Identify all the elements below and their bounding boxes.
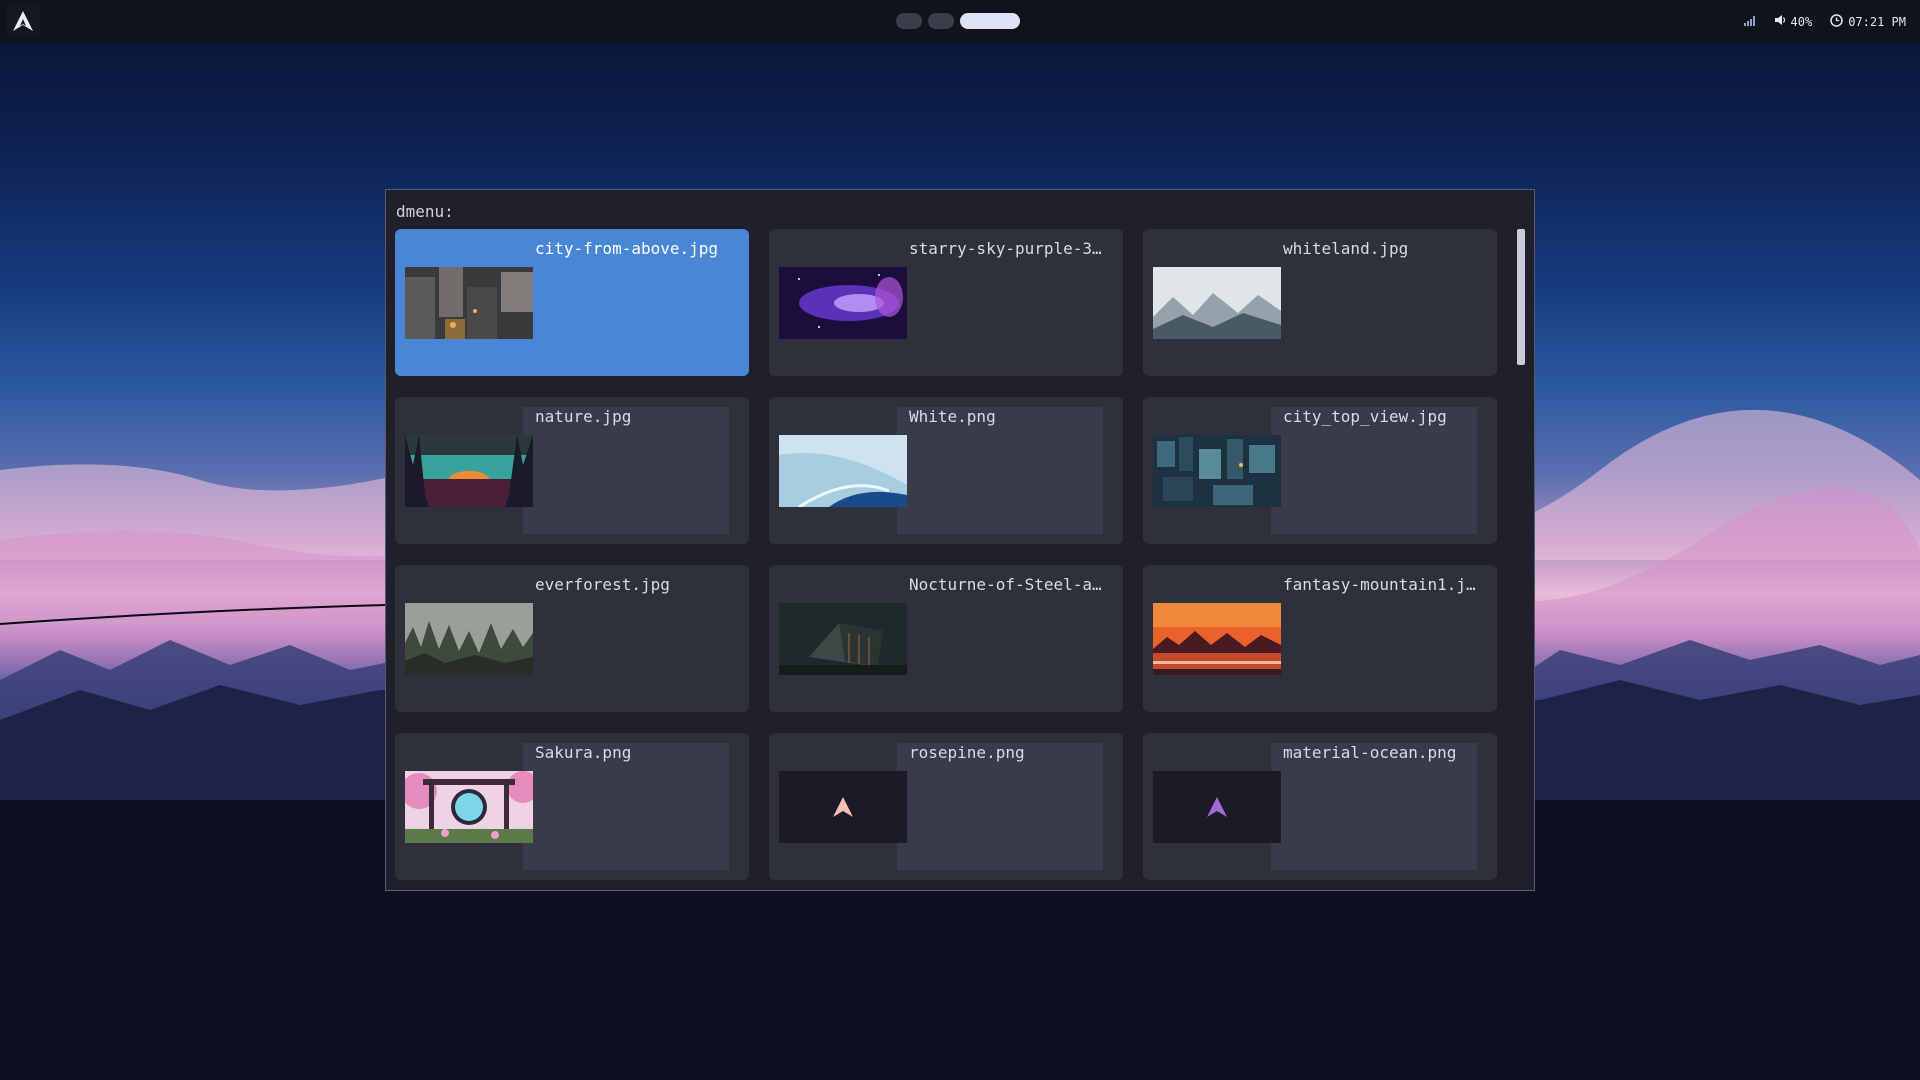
wallpaper-item-name: Nocturne-of-Steel-a… [909, 575, 1102, 594]
workspace-1[interactable] [896, 13, 922, 29]
workspace-3-active[interactable] [960, 13, 1020, 29]
wallpaper-item-name: Sakura.png [535, 743, 632, 762]
dmenu-window: dmenu: city-from-above.jpg starry-sky-pu… [385, 189, 1535, 891]
wallpaper-item-sakura[interactable]: Sakura.png [395, 733, 749, 880]
top-bar: 40% 07:21 PM [0, 0, 1920, 43]
thumbnail-white [779, 435, 907, 507]
wallpaper-item-name: whiteland.jpg [1283, 239, 1409, 258]
wallpaper-item-whiteland[interactable]: whiteland.jpg [1143, 229, 1497, 376]
signal-icon [1743, 15, 1756, 29]
thumbnail-starry-sky [779, 267, 907, 339]
thumbnail-whiteland [1153, 267, 1281, 339]
wallpaper-item-nature[interactable]: nature.jpg [395, 397, 749, 544]
volume-level: 40% [1790, 14, 1813, 29]
arch-linux-logo-icon[interactable] [6, 4, 40, 38]
wallpaper-item-rosepine[interactable]: rosepine.png [769, 733, 1123, 880]
wallpaper-item-name: nature.jpg [535, 407, 632, 426]
system-tray: 40% 07:21 PM [1743, 0, 1906, 43]
scrollbar[interactable] [1517, 229, 1525, 365]
wallpaper-item-everforest[interactable]: everforest.jpg [395, 565, 749, 712]
wallpaper-item-city-top-view[interactable]: city_top_view.jpg [1143, 397, 1497, 544]
wallpaper-item-name: White.png [909, 407, 996, 426]
wallpaper-item-name: starry-sky-purple-3… [909, 239, 1102, 258]
wallpaper-grid: city-from-above.jpg starry-sky-purple-3… [395, 229, 1508, 880]
thumbnail-everforest [405, 603, 533, 675]
wallpaper-item-nocturne-of-steel[interactable]: Nocturne-of-Steel-a… [769, 565, 1123, 712]
network-indicator[interactable] [1743, 15, 1756, 29]
wallpaper-item-starry-sky[interactable]: starry-sky-purple-3… [769, 229, 1123, 376]
wallpaper-item-name: fantasy-mountain1.j… [1283, 575, 1476, 594]
volume-icon [1774, 14, 1786, 29]
clock-icon [1830, 13, 1843, 30]
thumbnail-fantasy-mountain [1153, 603, 1281, 675]
workspace-switcher [896, 13, 1020, 29]
thumbnail-city-from-above [405, 267, 533, 339]
dmenu-prompt: dmenu: [396, 202, 454, 221]
thumbnail-sakura [405, 771, 533, 843]
thumbnail-city-top-view [1153, 435, 1281, 507]
wallpaper-item-material-ocean[interactable]: material-ocean.png [1143, 733, 1497, 880]
thumbnail-nocturne-of-steel [779, 603, 907, 675]
wallpaper-item-name: rosepine.png [909, 743, 1025, 762]
wallpaper-item-fantasy-mountain[interactable]: fantasy-mountain1.j… [1143, 565, 1497, 712]
clock-time: 07:21 PM [1848, 14, 1906, 29]
wallpaper-item-name: city_top_view.jpg [1283, 407, 1447, 426]
wallpaper-item-name: material-ocean.png [1283, 743, 1457, 762]
thumbnail-rosepine [779, 771, 907, 843]
thumbnail-nature [405, 435, 533, 507]
wallpaper-item-name: city-from-above.jpg [535, 239, 719, 258]
workspace-2[interactable] [928, 13, 954, 29]
wallpaper-item-name: everforest.jpg [535, 575, 670, 594]
wallpaper-item-city-from-above[interactable]: city-from-above.jpg [395, 229, 749, 376]
wallpaper-item-white[interactable]: White.png [769, 397, 1123, 544]
thumbnail-material-ocean [1153, 771, 1281, 843]
volume-indicator[interactable]: 40% [1774, 14, 1813, 29]
clock[interactable]: 07:21 PM [1830, 13, 1906, 30]
